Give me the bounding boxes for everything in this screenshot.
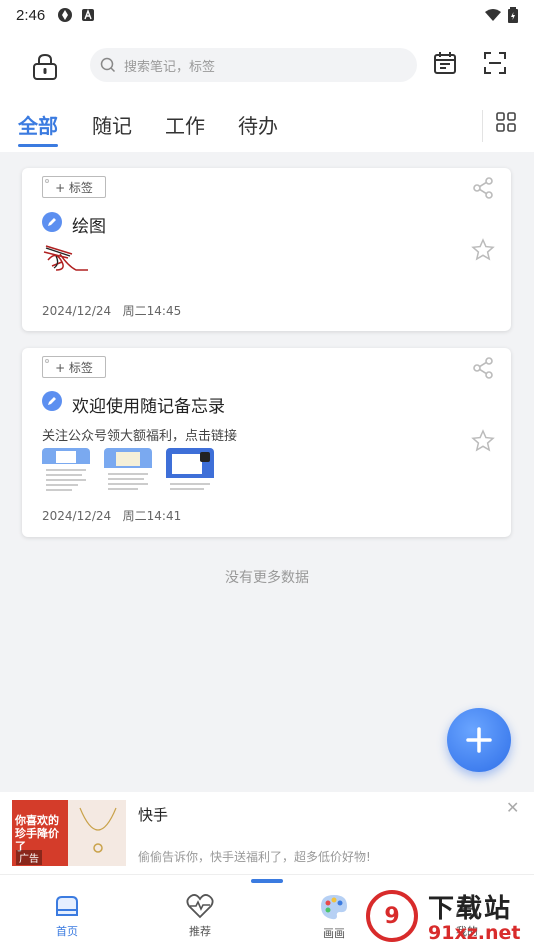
search-placeholder: 搜索笔记，标签 (124, 59, 216, 75)
active-tab-indicator (18, 144, 58, 147)
add-tag-label: + 标签 (55, 180, 93, 195)
ad-title: 快手 (138, 806, 169, 824)
note-title: 绘图 (72, 217, 106, 237)
note-date-value: 2024/12/24 (42, 304, 112, 318)
calendar-button[interactable] (432, 50, 462, 80)
note-date: 2024/12/24 周二14:41 (42, 507, 181, 524)
note-card[interactable]: + 标签 欢迎使用随记备忘录 关注公众号领大额福利，点击链接 2024/12/2… (22, 348, 511, 537)
tab-work[interactable]: 工作 (165, 110, 205, 139)
heart-pulse-icon (186, 894, 214, 919)
note-title: 欢迎使用随记备忘录 (72, 397, 225, 417)
scan-button[interactable] (482, 50, 512, 80)
site-watermark: 9 下载站 91xz.net (360, 888, 534, 950)
ad-close-button[interactable]: ✕ (506, 798, 519, 817)
plus-icon (466, 727, 492, 753)
add-tag-button[interactable]: + 标签 (42, 176, 106, 198)
note-date-value: 2024/12/24 (42, 509, 112, 523)
pen-icon (42, 391, 62, 411)
watermark-logo: 9 (366, 890, 418, 942)
share-icon[interactable] (471, 176, 495, 200)
header: 搜索笔记，标签 全部 随记 工作 待办 (0, 30, 534, 152)
grid-icon (496, 112, 516, 132)
share-icon[interactable] (471, 356, 495, 380)
category-tabs: 全部 随记 工作 待办 (0, 110, 534, 152)
search-icon (100, 57, 116, 73)
tag-dot (45, 179, 49, 183)
nav-item-home[interactable]: 首页 (37, 893, 97, 939)
app-notification-icon (82, 9, 95, 21)
private-lock-button[interactable] (28, 50, 62, 84)
search-input[interactable]: 搜索笔记，标签 (90, 48, 417, 82)
wifi-icon (485, 9, 501, 21)
drawing-thumbnail (43, 245, 88, 271)
nav-label-recommend: 推荐 (189, 925, 211, 938)
grid-view-button[interactable] (496, 112, 520, 136)
nav-label-home: 首页 (56, 925, 78, 938)
lock-icon (33, 53, 57, 80)
note-time-value: 周二14:45 (122, 304, 182, 318)
note-description: 关注公众号领大额福利，点击链接 (42, 429, 238, 444)
add-tag-label: + 标签 (55, 360, 93, 375)
ad-description: 偷偷告诉你，快手送福利了，超多低价好物! (138, 850, 371, 864)
ad-image[interactable]: 你喜欢的珍手降价了 广告 (12, 800, 126, 866)
note-image-thumbnail[interactable] (104, 448, 152, 496)
scan-icon (484, 52, 506, 74)
ad-image-text: 你喜欢的珍手降价了 (15, 814, 59, 853)
note-card[interactable]: + 标签 绘图 2024/12/24 周二14:45 (22, 168, 511, 331)
list-end-text: 没有更多数据 (225, 570, 309, 586)
nav-item-draw[interactable]: 画画 (304, 893, 364, 941)
note-date: 2024/12/24 周二14:45 (42, 302, 181, 319)
tab-divider (482, 110, 483, 142)
necklace-image (79, 807, 117, 853)
status-bar: 2:46 (0, 0, 534, 30)
nav-item-recommend[interactable]: 推荐 (170, 893, 230, 939)
home-icon (56, 896, 78, 916)
watermark-logo-text: 9 (384, 903, 400, 929)
ad-banner[interactable]: 你喜欢的珍手降价了 广告 快手 偷偷告诉你，快手送福利了，超多低价好物! ✕ (0, 792, 534, 874)
ad-badge: 广告 (16, 850, 42, 865)
note-time-value: 周二14:41 (122, 509, 182, 523)
star-icon[interactable] (471, 238, 495, 262)
nav-label-draw: 画画 (323, 927, 345, 940)
tag-dot (45, 359, 49, 363)
battery-icon (508, 7, 518, 23)
note-image-thumbnail[interactable] (42, 448, 90, 496)
tab-all[interactable]: 全部 (18, 110, 58, 139)
add-tag-button[interactable]: + 标签 (42, 356, 106, 378)
palette-icon (321, 895, 347, 920)
star-icon[interactable] (471, 429, 495, 453)
status-time: 2:46 (16, 6, 46, 24)
watermark-url: 91xz.net (428, 922, 521, 944)
tab-todo[interactable]: 待办 (238, 110, 278, 139)
tab-notes[interactable]: 随记 (92, 110, 132, 139)
aperture-icon (58, 8, 73, 22)
pen-icon (42, 212, 62, 232)
watermark-title: 下载站 (428, 894, 513, 924)
calendar-icon (434, 52, 456, 74)
note-image-thumbnail[interactable] (166, 448, 214, 496)
add-note-button[interactable] (447, 708, 511, 772)
nav-handle[interactable] (251, 879, 283, 883)
